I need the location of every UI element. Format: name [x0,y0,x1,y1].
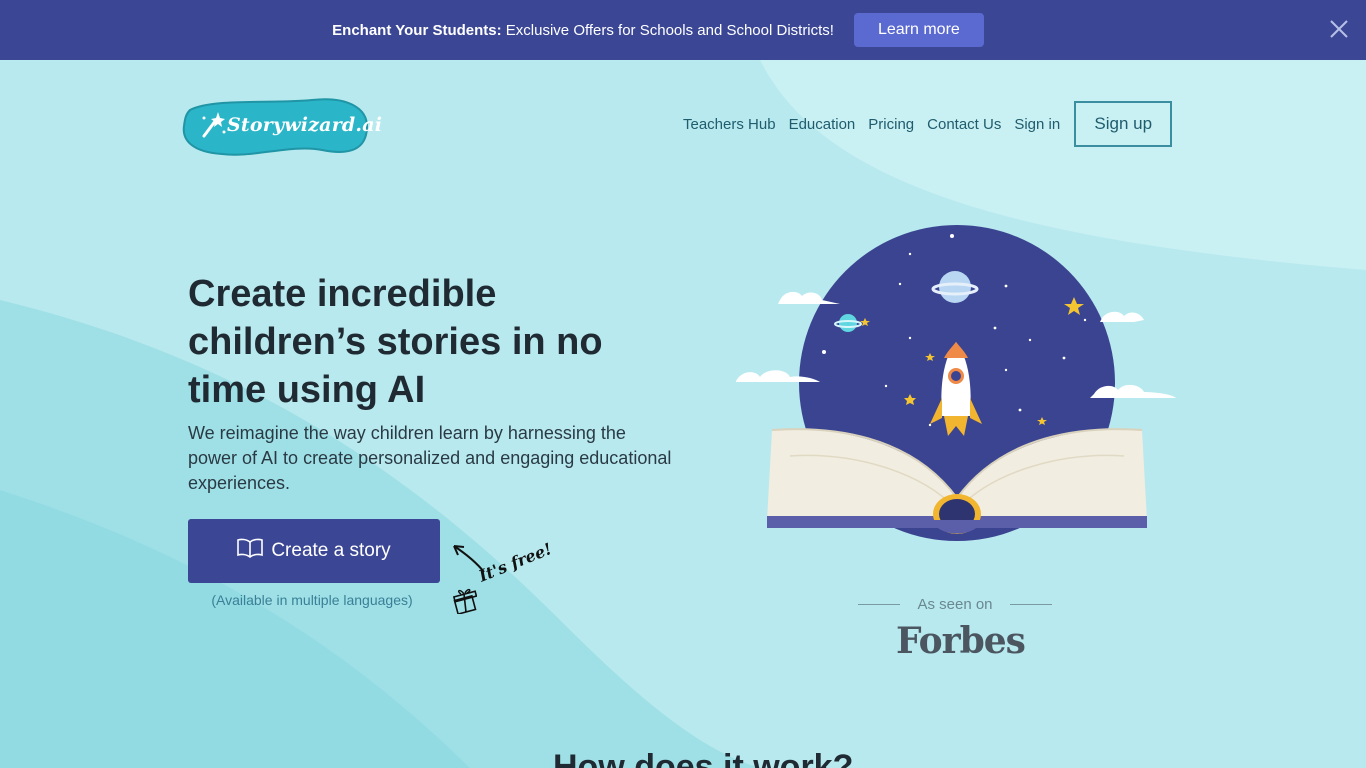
language-note: (Available in multiple languages) [211,592,413,608]
nav-education[interactable]: Education [789,116,856,133]
hero-title: Create incredible children’s stories in … [188,273,603,411]
hero-subtitle: We reimagine the way children learn by h… [188,423,672,493]
nav-sign-in[interactable]: Sign in [1014,116,1060,133]
as-seen-on-label: As seen on [917,596,993,613]
as-seen-on: As seen on [858,596,1052,613]
nav-teachers-hub[interactable]: Teachers Hub [683,116,776,133]
banner-bold-text: Enchant Your Students: [332,21,502,39]
forbes-logo[interactable]: Forbes [896,620,1026,662]
magic-wand-icon [198,110,226,145]
divider [1010,604,1052,605]
announcement-banner: Enchant Your Students: Exclusive Offers … [0,0,1366,60]
sign-up-button[interactable]: Sign up [1074,101,1173,147]
gift-icon [452,588,478,619]
create-story-button[interactable]: Create a story [188,519,440,583]
close-icon[interactable] [1328,18,1350,40]
logo-text: Storywizard.ai [227,114,383,136]
banner-message: Enchant Your Students: Exclusive Offers … [332,22,834,39]
main-nav: Teachers Hub Education Pricing Contact U… [676,101,1173,147]
nav-pricing[interactable]: Pricing [868,116,914,133]
nav-contact-us[interactable]: Contact Us [927,116,1001,133]
book-rocket-illustration [736,225,1176,541]
storywizard-logo[interactable]: Storywizard.ai [182,96,382,158]
book-icon [237,538,271,564]
create-story-label: Create a story [271,540,391,561]
how-it-works-heading: How does it work? [553,748,854,768]
learn-more-button[interactable]: Learn more [853,13,984,47]
divider [858,604,900,605]
banner-text: Exclusive Offers for Schools and School … [501,21,834,39]
